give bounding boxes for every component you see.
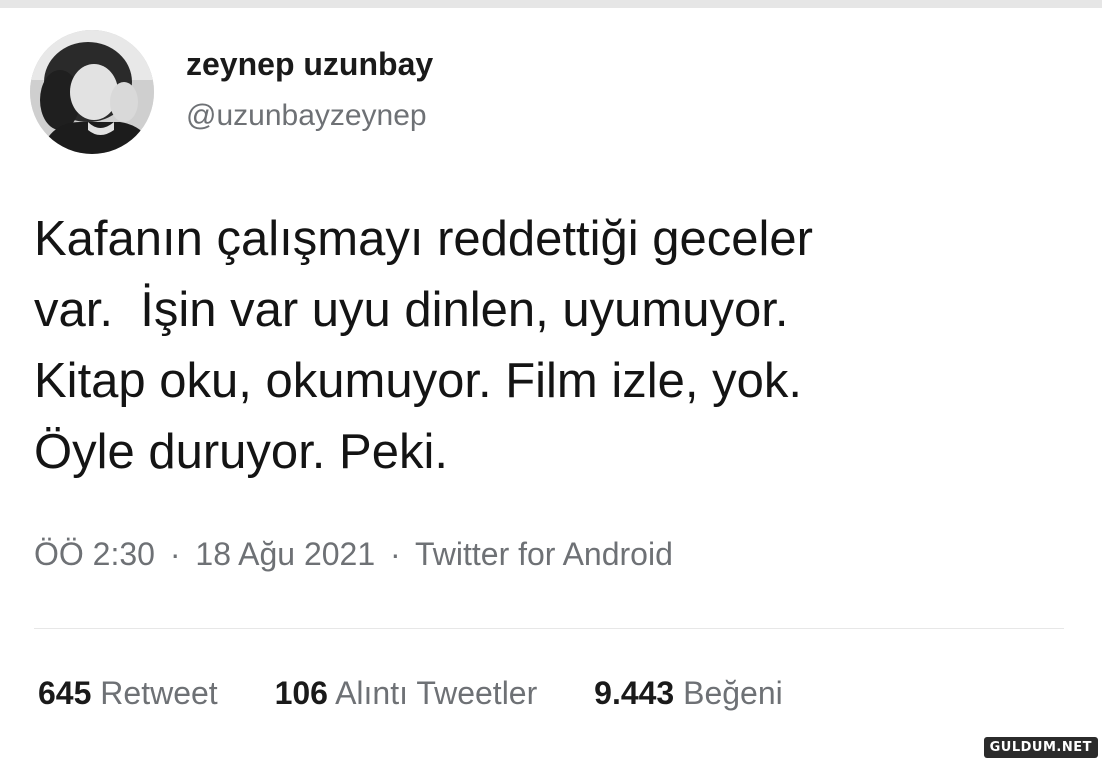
like-count-label: Beğeni: [683, 675, 783, 711]
tweet-time[interactable]: ÖÖ 2:30: [34, 536, 155, 572]
divider: [34, 628, 1064, 629]
retweet-count-label: Retweet: [100, 675, 218, 711]
site-watermark: GULDUM.NET: [983, 737, 1098, 758]
display-name[interactable]: zeynep uzunbay: [186, 46, 433, 83]
like-count-number: 9.443: [594, 675, 675, 711]
separator-dot: ·: [169, 536, 181, 572]
tweet-metadata: ÖÖ 2:30 · 18 Ağu 2021 · Twitter for Andr…: [34, 536, 673, 573]
quote-tweet-count-label: Alıntı Tweetler: [335, 675, 538, 711]
separator-dot: ·: [390, 536, 401, 572]
tweet-date[interactable]: 18 Ağu 2021: [195, 536, 375, 572]
avatar[interactable]: [30, 30, 154, 154]
retweet-count[interactable]: 645 Retweet: [38, 675, 218, 712]
like-count[interactable]: 9.443 Beğeni: [594, 675, 783, 712]
top-border: [0, 0, 1102, 8]
tweet-screenshot: zeynep uzunbay @uzunbayzeynep Kafanın ça…: [0, 0, 1102, 764]
retweet-count-number: 645: [38, 675, 92, 711]
tweet-text-line: Öyle duruyor. Peki.: [34, 425, 448, 479]
tweet-source[interactable]: Twitter for Android: [415, 536, 673, 572]
tweet-stats: 645 Retweet 106 Alıntı Tweetler 9.443 Be…: [38, 675, 783, 712]
user-handle[interactable]: @uzunbayzeynep: [186, 99, 427, 133]
user-avatar-photo-icon: [30, 30, 154, 154]
tweet-text-line: Kafanın çalışmayı reddettiği geceler: [34, 212, 813, 266]
tweet-text-line: Kitap oku, okumuyor. Film izle, yok.: [34, 354, 802, 408]
tweet-text-line: var. İşin var uyu dinlen, uyumuyor.: [34, 283, 789, 337]
quote-tweet-count[interactable]: 106 Alıntı Tweetler: [275, 675, 538, 712]
tweet-text: Kafanın çalışmayı reddettiği geceler var…: [34, 204, 1074, 488]
quote-tweet-count-number: 106: [274, 675, 328, 711]
